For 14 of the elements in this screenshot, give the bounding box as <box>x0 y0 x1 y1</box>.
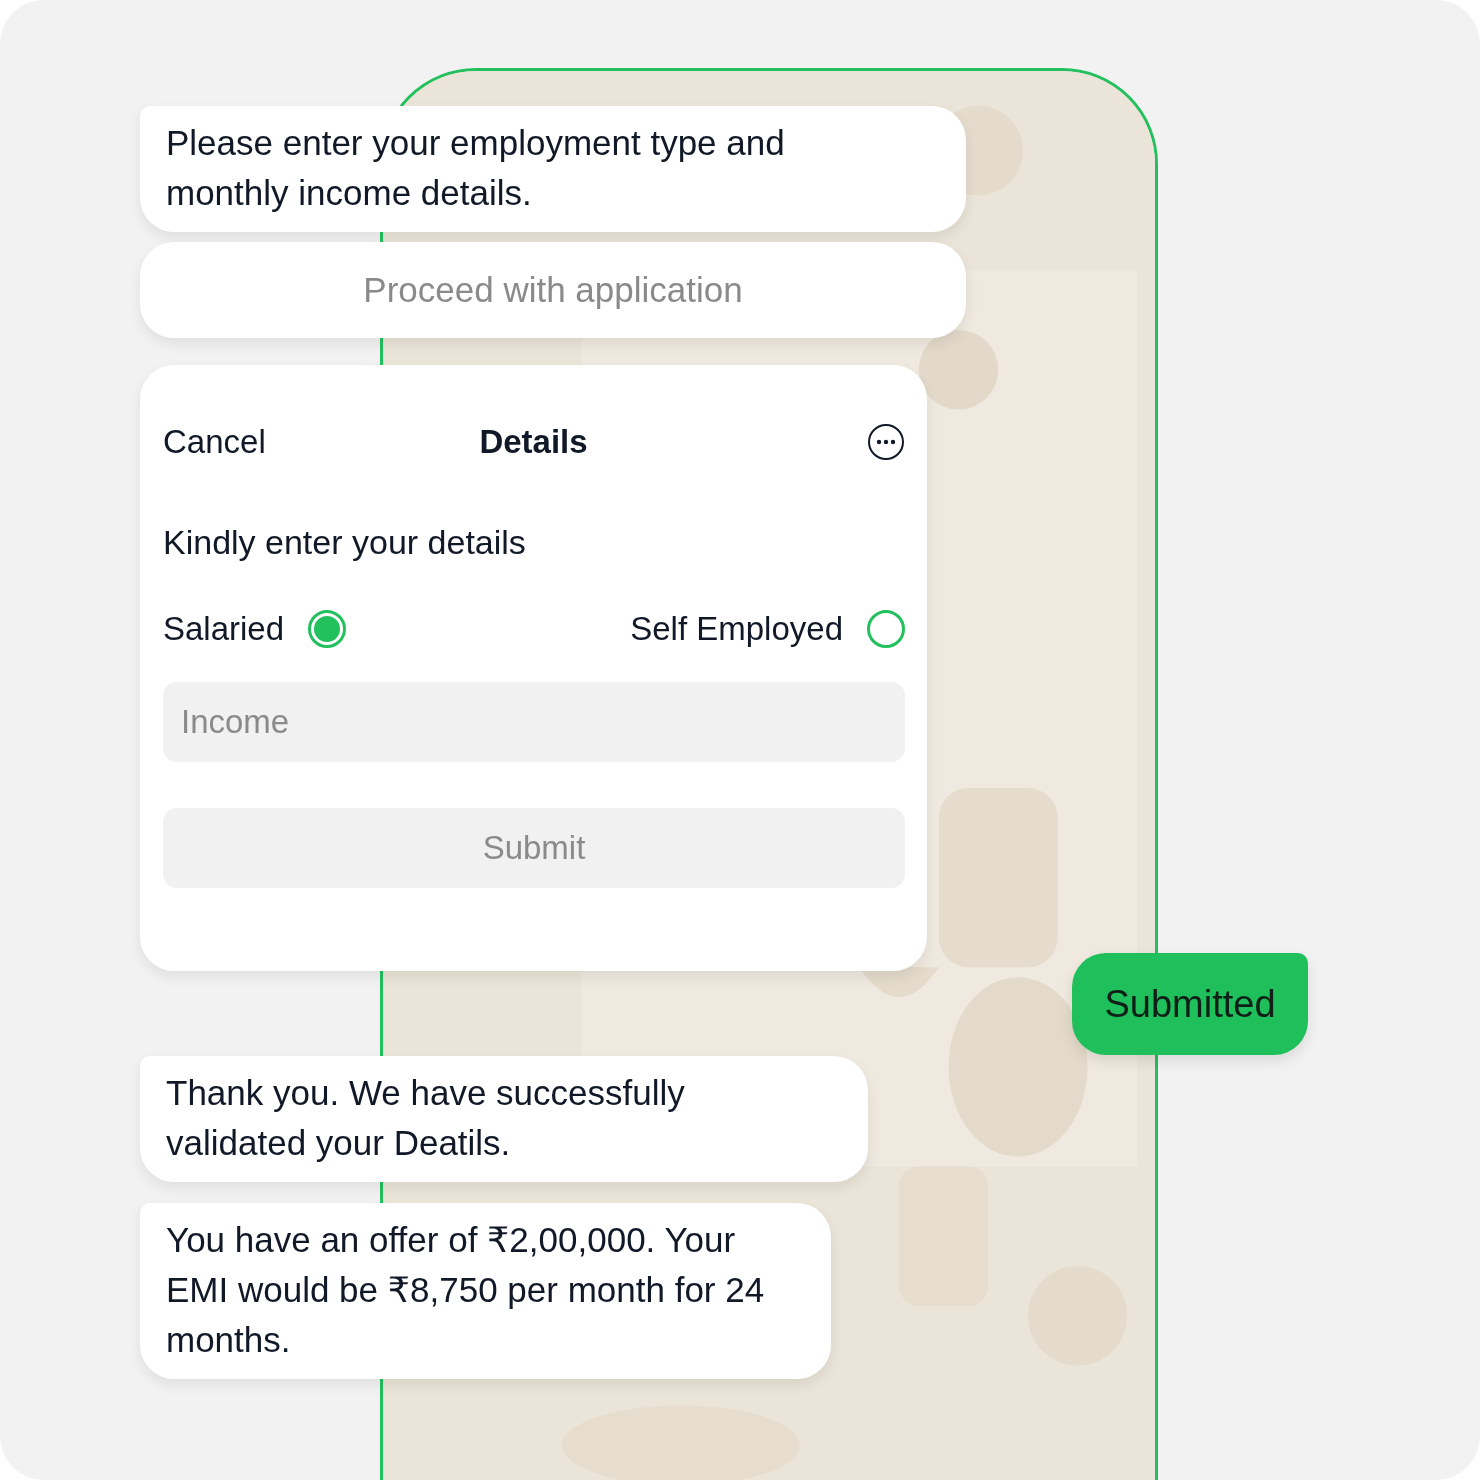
option-label: Salaried <box>163 610 285 648</box>
prompt-text: Kindly enter your details <box>163 523 526 561</box>
message-bubble: Please enter your employment type and monthly income details. <box>140 106 966 232</box>
income-field[interactable]: Income <box>163 682 905 762</box>
option-label: Self Employed <box>630 610 843 648</box>
more-icon[interactable] <box>867 423 905 461</box>
card-title: Details <box>479 423 588 460</box>
message-bubble: You have an offer of ₹2,00,000. Your EMI would be ₹8,750 per month for 24 months. <box>140 1203 831 1379</box>
proceed-button[interactable]: Proceed with application <box>140 242 966 338</box>
reply-bubble: Submitted <box>1072 953 1308 1055</box>
radio-button[interactable] <box>308 610 347 648</box>
radio-button[interactable] <box>867 610 905 648</box>
message-bubble: Thank you. We have successfully validated your Deatils. <box>140 1056 868 1182</box>
cancel-link[interactable]: Cancel <box>163 423 266 461</box>
